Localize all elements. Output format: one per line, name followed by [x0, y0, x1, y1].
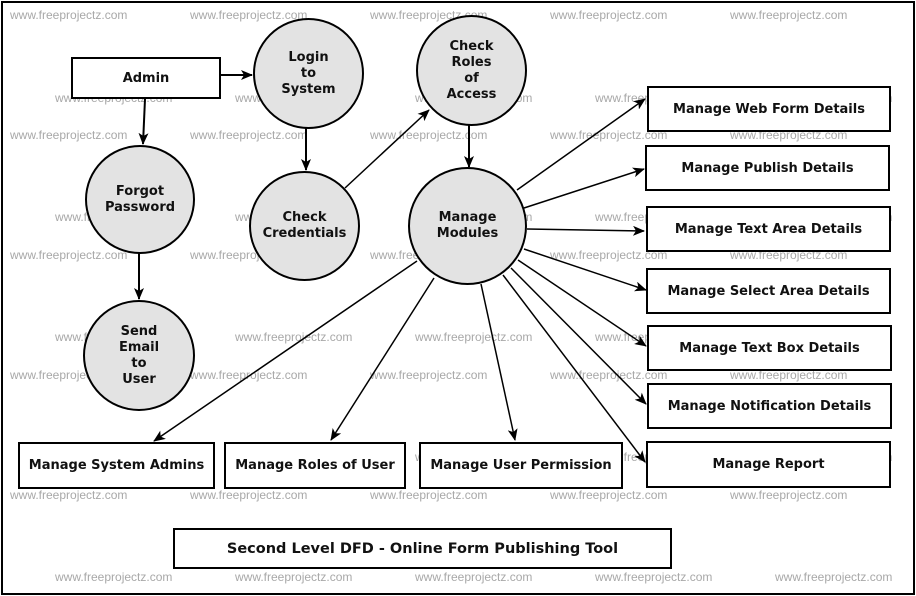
arrow-modules-webform [516, 98, 646, 191]
process-check-credentials: Check Credentials [249, 171, 360, 281]
arrow-modules-selectarea [523, 248, 647, 292]
arrow-modules-publish [523, 167, 645, 209]
process-forgot-password: Forgot Password [85, 145, 195, 254]
module-text-area-details: Manage Text Area Details [646, 206, 891, 252]
arrow-credentials-roles [344, 109, 430, 189]
arrow-modules-report [502, 274, 646, 463]
module-select-area-details: Manage Select Area Details [646, 268, 891, 314]
arrow-modules-notification [510, 267, 647, 405]
module-roles-of-user: Manage Roles of User [224, 442, 406, 489]
arrow-modules-permission [480, 283, 518, 441]
process-login: Login to System [253, 18, 364, 129]
module-user-permission: Manage User Permission [419, 442, 623, 489]
arrow-admin-forgot [138, 98, 149, 145]
process-send-email: Send Email to User [83, 300, 195, 411]
module-notification-details: Manage Notification Details [647, 383, 892, 429]
arrow-modules-textbox [517, 259, 647, 347]
module-publish-details: Manage Publish Details [645, 145, 890, 191]
module-text-box-details: Manage Text Box Details [647, 325, 892, 371]
arrow-modules-rolesuser [330, 277, 435, 441]
entity-admin: Admin [71, 57, 221, 99]
process-check-roles: Check Roles of Access [416, 15, 527, 126]
process-manage-modules: Manage Modules [408, 167, 527, 285]
module-web-form-details: Manage Web Form Details [647, 86, 891, 132]
diagram-title: Second Level DFD - Online Form Publishin… [173, 528, 672, 569]
module-system-admins: Manage System Admins [18, 442, 215, 489]
module-report: Manage Report [646, 441, 891, 488]
arrow-modules-textarea [526, 225, 645, 236]
